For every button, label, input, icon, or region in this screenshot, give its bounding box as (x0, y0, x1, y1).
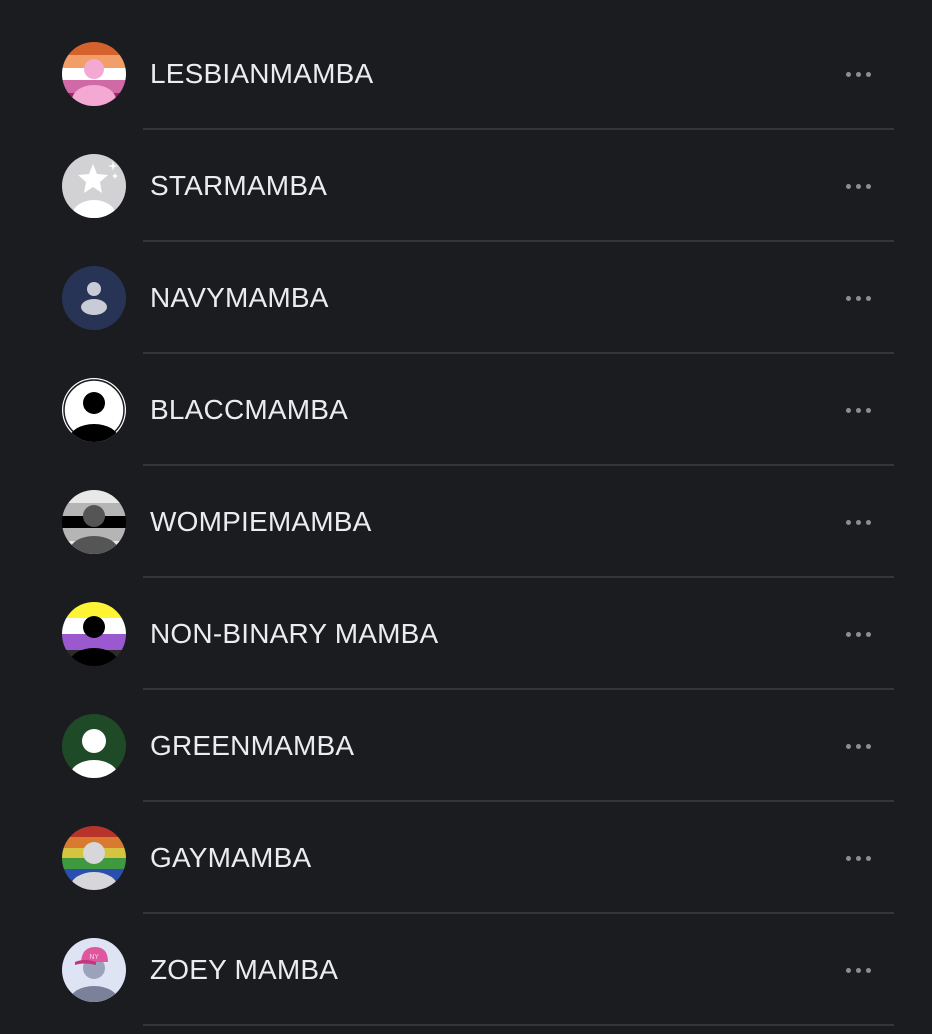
dot (845, 183, 851, 189)
dot (865, 407, 871, 413)
contact-row[interactable]: GREENMAMBA (0, 690, 932, 802)
dot (865, 519, 871, 525)
contact-name: STARMAMBA (150, 170, 328, 201)
rainbow-flag-avatar-icon (62, 826, 126, 890)
contact-name: NON-BINARY MAMBA (150, 618, 439, 649)
dot (865, 631, 871, 637)
contact-name: GAYMAMBA (150, 842, 312, 873)
green-person-avatar-icon (62, 714, 126, 778)
contact-row[interactable]: NAVYMAMBA (0, 242, 932, 354)
dot (855, 71, 861, 77)
pink-cap-avatar-icon: NY (62, 938, 126, 1002)
dot (845, 855, 851, 861)
dot (855, 183, 861, 189)
contact-row[interactable]: GAYMAMBA (0, 802, 932, 914)
svg-text:NY: NY (89, 953, 99, 961)
dot (855, 519, 861, 525)
dot (855, 855, 861, 861)
greyscale-flag-avatar-icon (62, 490, 126, 554)
contact-name: NAVYMAMBA (150, 282, 329, 313)
dot (855, 407, 861, 413)
more-horizontal-icon[interactable] (834, 58, 882, 90)
contact-row[interactable]: WOMPIEMAMBA (0, 466, 932, 578)
dot (845, 967, 851, 973)
dot (865, 183, 871, 189)
more-horizontal-icon[interactable] (834, 730, 882, 762)
row-divider (143, 1024, 894, 1026)
dot (855, 631, 861, 637)
dot (845, 71, 851, 77)
contact-row[interactable]: NON-BINARY MAMBA (0, 578, 932, 690)
more-horizontal-icon[interactable] (834, 394, 882, 426)
lesbian-flag-avatar-icon (62, 42, 126, 106)
contact-row[interactable]: STARMAMBA (0, 130, 932, 242)
more-horizontal-icon[interactable] (834, 954, 882, 986)
contact-row[interactable]: LESBIANMAMBA (0, 18, 932, 130)
contact-row[interactable]: BLACCMAMBA (0, 354, 932, 466)
contact-list: LESBIANMAMBA STARMAMBA NAVYMAMBA BLACCMA… (0, 18, 932, 1026)
contact-name: LESBIANMAMBA (150, 58, 374, 89)
navy-person-avatar-icon (62, 266, 126, 330)
black-person-avatar-icon (62, 378, 126, 442)
more-horizontal-icon[interactable] (834, 842, 882, 874)
dot (865, 855, 871, 861)
contact-row[interactable]: NY ZOEY MAMBA (0, 914, 932, 1026)
dot (865, 71, 871, 77)
dot (855, 967, 861, 973)
more-horizontal-icon[interactable] (834, 618, 882, 650)
dot (865, 295, 871, 301)
dot (865, 967, 871, 973)
star-avatar-icon (62, 154, 126, 218)
dot (855, 743, 861, 749)
more-horizontal-icon[interactable] (834, 170, 882, 202)
dot (845, 407, 851, 413)
dot (845, 295, 851, 301)
more-horizontal-icon[interactable] (834, 282, 882, 314)
nonbinary-flag-avatar-icon (62, 602, 126, 666)
dot (865, 743, 871, 749)
contact-name: GREENMAMBA (150, 730, 355, 761)
contact-name: WOMPIEMAMBA (150, 506, 372, 537)
dot (845, 743, 851, 749)
more-horizontal-icon[interactable] (834, 506, 882, 538)
dot (855, 295, 861, 301)
contact-name: ZOEY MAMBA (150, 954, 339, 985)
dot (845, 519, 851, 525)
contact-name: BLACCMAMBA (150, 394, 349, 425)
dot (845, 631, 851, 637)
